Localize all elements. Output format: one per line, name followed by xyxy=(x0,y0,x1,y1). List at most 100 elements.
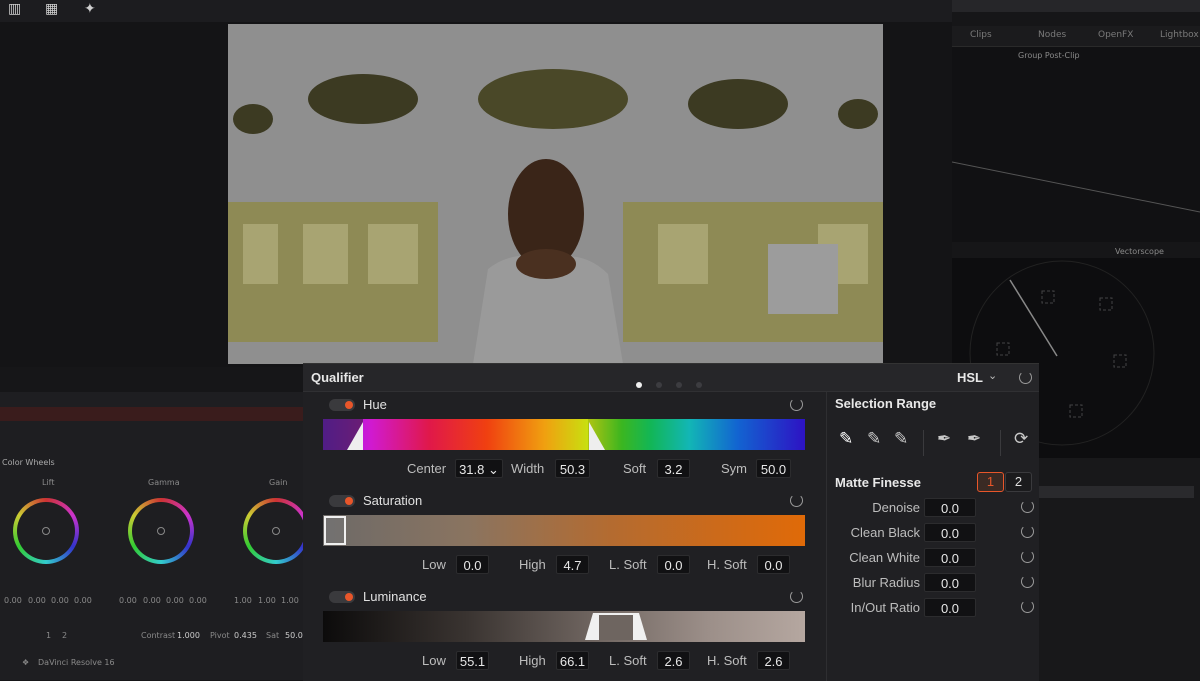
blur-radius-field[interactable]: 0.0 xyxy=(924,573,976,592)
selection-panel: Selection Range ✎ ✎ ✎ ✒ ✒ ⟳ Matte Finess… xyxy=(826,392,1040,681)
saturation-low-field[interactable]: 0.0 xyxy=(456,555,489,574)
gain-value-g: 1.00 xyxy=(281,596,299,605)
video-viewer[interactable] xyxy=(228,24,883,364)
lift-value-b: 0.00 xyxy=(74,596,92,605)
reset-all-icon[interactable] xyxy=(1019,371,1032,384)
magic-wand-icon[interactable]: ✦ xyxy=(84,1,96,17)
luminance-hsoft-label: H. Soft xyxy=(707,653,747,668)
hue-label: Hue xyxy=(363,397,387,412)
tool-divider xyxy=(923,430,924,456)
saturation-hsoft-field[interactable]: 0.0 xyxy=(757,555,790,574)
in-out-ratio-reset-icon[interactable] xyxy=(1021,600,1034,613)
blur-radius-label: Blur Radius xyxy=(852,575,920,590)
luminance-reset-icon[interactable] xyxy=(790,590,803,603)
lift-value-y: 0.00 xyxy=(4,596,22,605)
clean-black-field[interactable]: 0.0 xyxy=(924,523,976,542)
denoise-field[interactable]: 0.0 xyxy=(924,498,976,517)
luminance-lsoft-field[interactable]: 2.6 xyxy=(657,651,690,670)
gain-wheel-handle[interactable] xyxy=(272,527,280,535)
hue-soft-label: Soft xyxy=(623,461,647,476)
clean-white-reset-icon[interactable] xyxy=(1021,550,1034,563)
node-connection xyxy=(952,161,1200,213)
saturation-label: Saturation xyxy=(363,493,423,508)
clean-black-reset-icon[interactable] xyxy=(1021,525,1034,538)
qualifier-title: Qualifier xyxy=(311,370,364,385)
luminance-low-field[interactable]: 55.1 xyxy=(456,651,489,670)
luminance-hsoft-field[interactable]: 2.6 xyxy=(757,651,790,670)
chevron-down-icon[interactable]: ⌄ xyxy=(988,369,997,382)
in-out-ratio-field[interactable]: 0.0 xyxy=(924,598,976,617)
hue-width-field[interactable]: 50.3 xyxy=(555,459,590,478)
color-wheels-title: Color Wheels xyxy=(2,458,55,467)
hue-toggle[interactable] xyxy=(329,399,355,411)
pivot-value[interactable]: 0.435 xyxy=(234,631,257,640)
feather-plus-icon[interactable]: ✒ xyxy=(967,429,981,449)
luminance-bar[interactable] xyxy=(323,611,805,642)
qualifier-header: Qualifier HSL ⌄ xyxy=(303,364,1039,392)
selection-range-title: Selection Range xyxy=(835,396,937,411)
saturation-toggle[interactable] xyxy=(329,495,355,507)
chevron-down-icon[interactable]: ⌄ xyxy=(488,462,499,477)
saturation-hsoft-label: H. Soft xyxy=(707,557,747,572)
hue-center-label: Center xyxy=(407,461,447,476)
wheel-label-gamma: Gamma xyxy=(148,478,180,487)
picker-minus-icon[interactable]: ✎ xyxy=(867,429,881,449)
layout-icon[interactable]: ▥ xyxy=(8,1,21,17)
matte-page-1[interactable]: 1 xyxy=(977,472,1004,492)
contrast-value[interactable]: 1.000 xyxy=(177,631,200,640)
saturation-bar[interactable] xyxy=(323,515,805,546)
gamma-value-y: 0.00 xyxy=(119,596,137,605)
hue-center-value: 31.8 xyxy=(459,462,485,477)
lift-value-g: 0.00 xyxy=(51,596,69,605)
blur-radius-reset-icon[interactable] xyxy=(1021,575,1034,588)
tab-openfx[interactable]: OpenFX xyxy=(1098,30,1133,40)
saturation-low-label: Low xyxy=(422,557,446,572)
saturation-lsoft-field[interactable]: 0.0 xyxy=(657,555,690,574)
qualifier-panel: Qualifier HSL ⌄ Hue Center 31.8 ⌄ Width … xyxy=(303,363,1039,681)
feather-minus-icon[interactable]: ✒ xyxy=(937,429,951,449)
invert-icon[interactable]: ⟳ xyxy=(1014,429,1028,449)
resolve-logo-icon: ❖ xyxy=(22,658,30,667)
hue-low-handle[interactable] xyxy=(343,422,371,450)
sat-label: Sat xyxy=(266,631,280,640)
mode-select[interactable]: HSL xyxy=(957,370,983,385)
hue-reset-icon[interactable] xyxy=(790,398,803,411)
page-dots[interactable] xyxy=(636,373,716,392)
wheel-page-1[interactable]: 1 xyxy=(46,631,51,640)
matte-preview xyxy=(228,24,883,364)
picker-plus-icon[interactable]: ✎ xyxy=(894,429,908,449)
viewer-toolbar: ▥ ▦ ✦ xyxy=(0,0,952,22)
saturation-range-handle[interactable] xyxy=(324,516,346,545)
tab-lightbox[interactable]: Lightbox xyxy=(1160,30,1199,40)
saturation-reset-icon[interactable] xyxy=(790,494,803,507)
lift-value-r: 0.00 xyxy=(28,596,46,605)
contrast-label: Contrast xyxy=(141,631,176,640)
tab-clips[interactable]: Clips xyxy=(970,30,992,40)
hue-center-field[interactable]: 31.8 ⌄ xyxy=(455,459,503,478)
picker-icon[interactable]: ✎ xyxy=(839,429,853,449)
lift-wheel-handle[interactable] xyxy=(42,527,50,535)
saturation-high-label: High xyxy=(519,557,546,572)
wheel-label-lift: Lift xyxy=(42,478,55,487)
saturation-high-field[interactable]: 4.7 xyxy=(556,555,589,574)
tool-divider xyxy=(1000,430,1001,456)
node-editor[interactable]: Group Post-Clip xyxy=(952,47,1200,242)
luminance-toggle[interactable] xyxy=(329,591,355,603)
luminance-lsoft-label: L. Soft xyxy=(609,653,647,668)
clean-white-field[interactable]: 0.0 xyxy=(924,548,976,567)
pivot-label: Pivot xyxy=(210,631,230,640)
luminance-range-handle[interactable] xyxy=(583,611,651,642)
hue-mask-right xyxy=(588,419,805,450)
scope-title: Vectorscope xyxy=(1115,247,1164,256)
luminance-label: Luminance xyxy=(363,589,427,604)
grid-icon[interactable]: ▦ xyxy=(45,1,58,17)
luminance-high-field[interactable]: 66.1 xyxy=(556,651,589,670)
gamma-wheel-handle[interactable] xyxy=(157,527,165,535)
matte-page-2[interactable]: 2 xyxy=(1005,472,1032,492)
hue-sym-field[interactable]: 50.0 xyxy=(756,459,791,478)
tab-nodes[interactable]: Nodes xyxy=(1038,30,1066,40)
hue-soft-field[interactable]: 3.2 xyxy=(657,459,690,478)
wheel-page-2[interactable]: 2 xyxy=(62,631,67,640)
hue-high-handle[interactable] xyxy=(583,422,611,450)
denoise-reset-icon[interactable] xyxy=(1021,500,1034,513)
